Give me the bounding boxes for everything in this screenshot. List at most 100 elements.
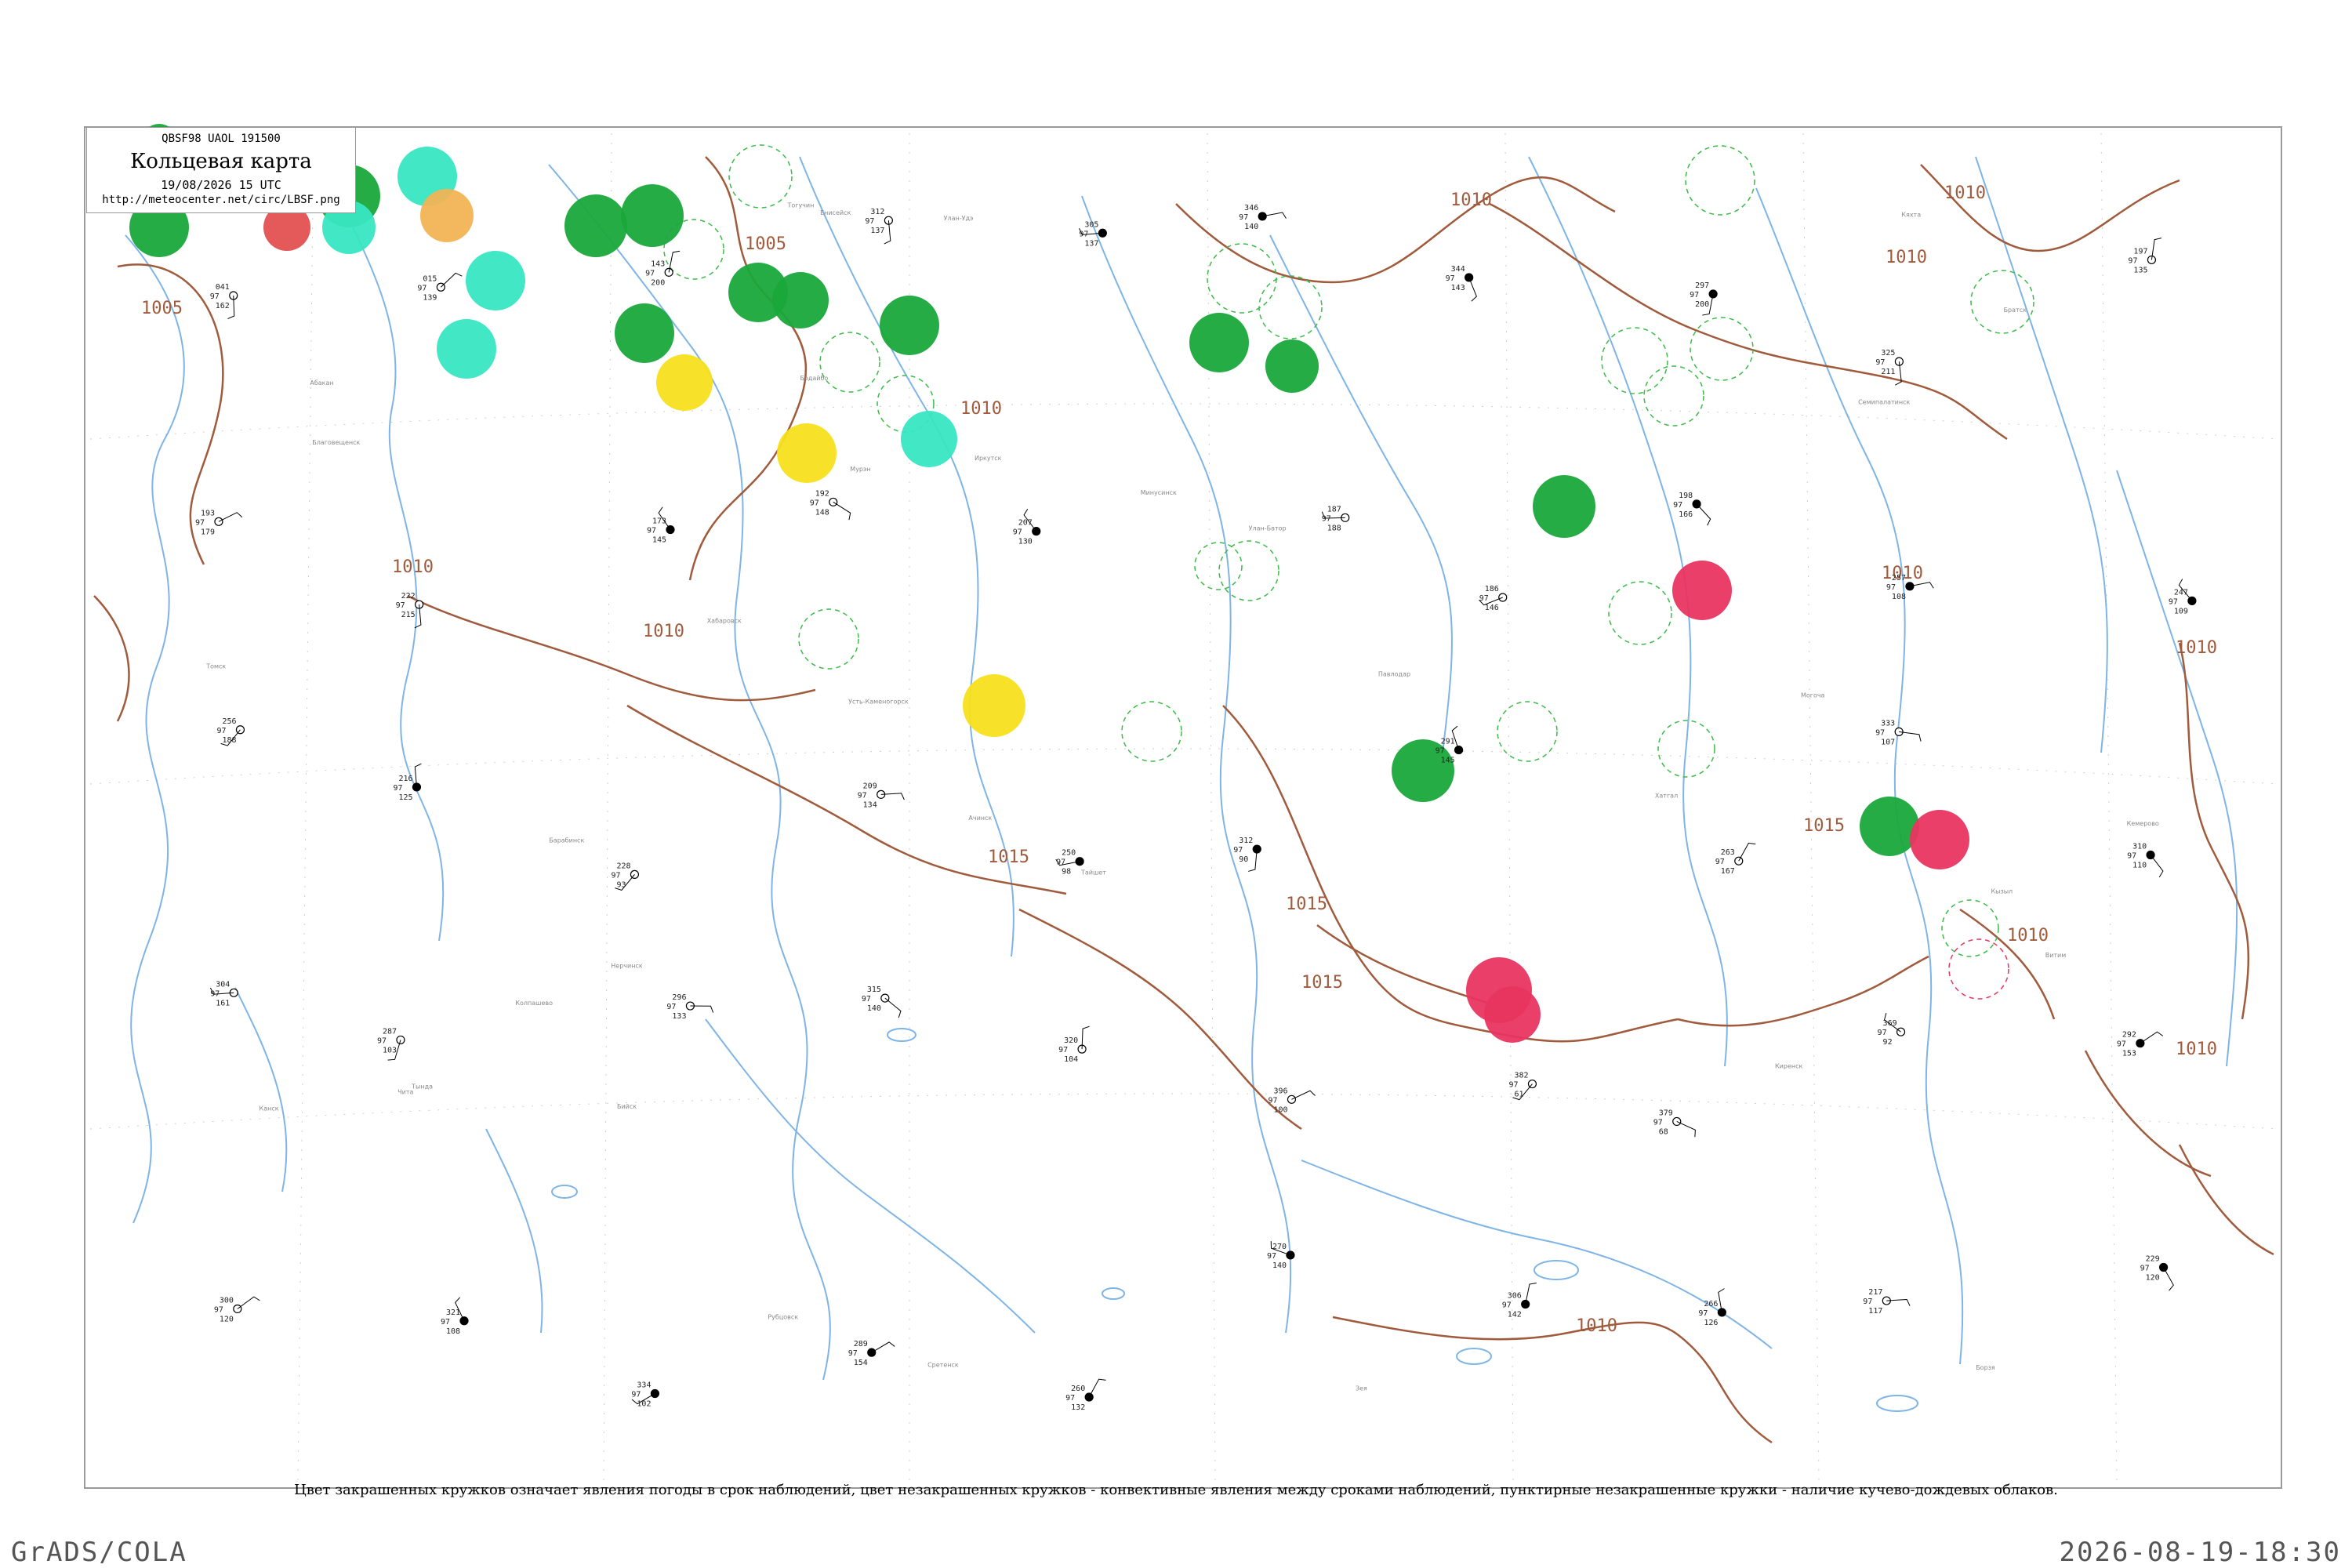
station-name: Бийск	[617, 1103, 637, 1110]
station-value-p: 97	[865, 217, 874, 226]
station-value-d: 188	[1327, 524, 1341, 532]
station-value-t: 263	[1721, 848, 1735, 857]
station-value-p: 97	[1690, 291, 1699, 299]
station-value-p: 97	[862, 995, 871, 1004]
station-name: Тында	[411, 1083, 433, 1090]
station-value-p: 97	[2117, 1040, 2126, 1049]
map-date: 19/08/2026 15 UTC	[161, 178, 281, 192]
station-value-t: 379	[1659, 1109, 1673, 1117]
rain-circle	[615, 303, 674, 363]
station-name: Могоча	[1801, 691, 1825, 699]
station-name: Зея	[1356, 1385, 1367, 1392]
fog-circle	[963, 674, 1025, 737]
station-name: Ачинск	[968, 815, 992, 822]
station-value-d: 139	[423, 293, 437, 302]
rain-circle	[1533, 475, 1595, 538]
station-value-p: 97	[396, 601, 405, 610]
station-value-t: 310	[2132, 842, 2147, 851]
map-frame	[84, 126, 2282, 1489]
station-value-p: 97	[2140, 1265, 2150, 1273]
station-name: Семипалатинск	[1858, 398, 1910, 405]
station-value-d: 135	[2133, 266, 2147, 274]
station-value-t: 260	[1071, 1385, 1085, 1393]
station-value-d: 137	[870, 227, 884, 235]
station-value-d: 134	[863, 800, 877, 809]
station-value-d: 143	[1451, 284, 1465, 292]
map-url[interactable]: http://meteocenter.net/circ/LBSF.png	[87, 194, 355, 206]
station-value-d: 145	[652, 536, 666, 545]
isobar-label: 1010	[392, 557, 434, 577]
rain-circle	[772, 272, 829, 328]
station-name: Хабаровск	[707, 617, 742, 624]
station-value-d: 120	[220, 1315, 234, 1323]
station-value-d: 90	[1239, 855, 1248, 864]
station-value-d: 132	[1071, 1403, 1085, 1412]
station-value-p: 97	[1065, 1394, 1075, 1403]
station-name: Бодайбо	[800, 375, 828, 382]
station-value-d: 133	[672, 1012, 686, 1021]
station-value-t: 296	[672, 993, 686, 1002]
station-name: Борзя	[1976, 1364, 1995, 1371]
station-value-d: 107	[1881, 738, 1895, 746]
station-name: Рубцовск	[768, 1313, 798, 1320]
station-value-t: 334	[637, 1381, 651, 1389]
station-value-p: 97	[1508, 1081, 1518, 1090]
station-value-d: 104	[1064, 1055, 1078, 1064]
station-value-t: 325	[1881, 349, 1895, 358]
station-value-t: 292	[2122, 1031, 2136, 1040]
station-value-p: 97	[393, 784, 402, 793]
station-value-p: 97	[1058, 1046, 1068, 1054]
station-name: Мурэн	[850, 466, 870, 473]
station-value-d: 103	[383, 1046, 397, 1054]
station-name: Братск	[2004, 307, 2027, 314]
station-value-t: 209	[863, 782, 877, 790]
station-value-p: 97	[1653, 1118, 1663, 1127]
station-value-d: 154	[854, 1359, 868, 1367]
station-value-t: 143	[651, 260, 665, 268]
station-value-p: 97	[1436, 747, 1445, 756]
shower-circle	[437, 319, 496, 379]
station-value-t: 382	[1514, 1072, 1528, 1080]
shower-circle	[901, 411, 957, 467]
station-name: Кемерово	[2127, 820, 2159, 827]
station-name: Кызыл	[1991, 887, 2013, 895]
station-value-d: 140	[1272, 1261, 1287, 1270]
station-name: Павлодар	[1378, 671, 1410, 678]
station-value-d: 200	[651, 278, 665, 287]
station-value-d: 215	[401, 611, 416, 619]
station-value-t: 312	[1239, 837, 1253, 845]
station-name: Томск	[205, 662, 226, 670]
station-value-p: 97	[1502, 1301, 1512, 1309]
station-value-t: 344	[1451, 265, 1465, 274]
station-value-p: 97	[377, 1036, 387, 1045]
station-value-d: 110	[2132, 861, 2147, 869]
fog-circle	[777, 423, 837, 483]
station-name: Канск	[260, 1105, 279, 1112]
station-value-d: 188	[222, 736, 236, 745]
station-value-t: 193	[201, 509, 215, 517]
station-name: Барабинск	[549, 837, 584, 844]
station-name: Усть-Каменогорск	[848, 698, 909, 705]
station-value-p: 97	[1863, 1298, 1872, 1306]
station-value-p: 97	[214, 1305, 223, 1314]
station-value-p: 97	[810, 499, 819, 507]
bulletin-code: QBSF98 UAOL 191500	[162, 132, 281, 145]
station-value-d: 137	[1084, 239, 1098, 248]
station-value-p: 97	[2169, 597, 2178, 606]
station-value-p: 97	[1715, 858, 1725, 866]
station-value-t: 216	[398, 775, 412, 783]
station-value-d: 68	[1659, 1127, 1668, 1136]
footer-software: GrADS/COLA	[11, 1537, 187, 1568]
thunder-circle	[1484, 986, 1541, 1043]
station-value-t: 300	[220, 1296, 234, 1305]
station-value-p: 97	[1878, 1029, 1887, 1037]
station-name: Киренск	[1775, 1062, 1803, 1069]
station-value-t: 041	[216, 283, 230, 292]
station-value-t: 250	[1062, 849, 1076, 858]
rain-circle	[880, 296, 939, 355]
station-value-p: 97	[2128, 256, 2137, 265]
station-value-p: 97	[1079, 230, 1088, 238]
station-value-t: 173	[652, 517, 666, 526]
isobar-label: 1015	[1803, 816, 1845, 836]
station-value-p: 97	[210, 292, 220, 301]
